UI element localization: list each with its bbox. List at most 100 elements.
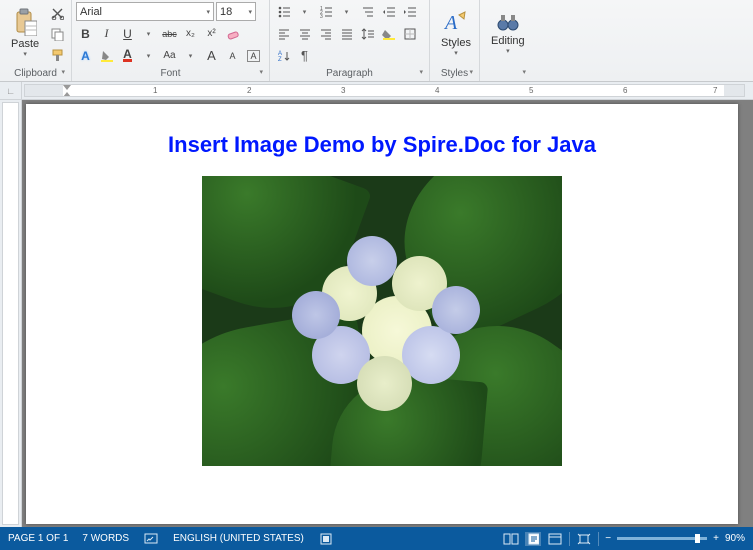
svg-text:A: A: [443, 12, 458, 34]
copy-button[interactable]: [48, 25, 67, 44]
bucket-icon: [382, 27, 396, 41]
increase-indent-button[interactable]: [400, 2, 419, 21]
outdent-icon: [382, 5, 396, 19]
underline-button[interactable]: U: [118, 24, 137, 43]
proofing-icon[interactable]: [143, 532, 159, 546]
cut-button[interactable]: [48, 4, 67, 23]
char-border-button[interactable]: A: [244, 46, 263, 65]
indent-icon: [403, 5, 417, 19]
styles-icon: A: [443, 9, 469, 35]
status-page[interactable]: PAGE 1 OF 1: [8, 533, 68, 544]
italic-button[interactable]: I: [97, 24, 116, 43]
styles-button[interactable]: A Styles ▾: [434, 2, 478, 64]
ruler-horizontal: ∟ 1 2 3 4 5 6 7: [0, 82, 753, 100]
superscript-button[interactable]: x²: [202, 24, 221, 43]
group-clipboard: Paste ▾ Clipboard: [0, 0, 72, 81]
decrease-indent-button[interactable]: [379, 2, 398, 21]
bullets-button[interactable]: [274, 2, 293, 21]
read-mode-button[interactable]: [503, 532, 519, 546]
format-painter-button[interactable]: [48, 46, 67, 65]
zoom-fit-button[interactable]: [576, 532, 592, 546]
highlight-button[interactable]: [97, 46, 116, 65]
highlight-icon: [100, 49, 114, 63]
group-styles: A Styles ▾ Styles: [430, 0, 480, 81]
group-label-styles: Styles: [434, 67, 475, 81]
web-layout-button[interactable]: [547, 532, 563, 546]
status-words[interactable]: 7 WORDS: [82, 533, 129, 544]
status-language[interactable]: ENGLISH (UNITED STATES): [173, 533, 304, 544]
bullets-icon: [277, 5, 291, 19]
char-border-icon: A: [247, 50, 259, 62]
editing-label: Editing: [491, 35, 525, 47]
macro-icon[interactable]: [318, 532, 334, 546]
borders-icon: [403, 27, 417, 41]
paste-label: Paste: [11, 38, 39, 50]
document-image: [202, 176, 562, 466]
text-effects-icon: A: [81, 49, 90, 63]
group-paragraph: ▾ 123 ▾ AZ ¶ Paragraph: [270, 0, 430, 81]
align-center-icon: [298, 27, 312, 41]
multilevel-icon: [361, 5, 375, 19]
group-font: Arial▾ 18▾ B I U ▾ abc x₂ x² A A ▾ Aa ▾ …: [72, 0, 270, 81]
align-left-button[interactable]: [274, 24, 293, 43]
styles-label: Styles: [441, 37, 471, 49]
brush-icon: [51, 49, 64, 62]
group-label-editing: [484, 67, 528, 81]
numbering-icon: 123: [319, 5, 333, 19]
change-case-button[interactable]: Aa: [160, 46, 179, 65]
multilevel-list-button[interactable]: [358, 2, 377, 21]
ruler-scale[interactable]: 1 2 3 4 5 6 7: [24, 84, 745, 97]
pilcrow-icon: ¶: [301, 48, 308, 63]
strikethrough-button[interactable]: abc: [160, 24, 179, 43]
line-spacing-button[interactable]: [358, 24, 377, 43]
page: Insert Image Demo by Spire.Doc for Java: [26, 104, 738, 524]
subscript-button[interactable]: x₂: [181, 24, 200, 43]
shrink-font-button[interactable]: A: [223, 46, 242, 65]
group-label-paragraph: Paragraph: [274, 67, 425, 81]
sort-button[interactable]: AZ: [274, 46, 293, 65]
font-color-button[interactable]: A: [118, 46, 137, 65]
font-family-value: Arial: [80, 6, 102, 18]
print-layout-button[interactable]: [525, 532, 541, 546]
font-size-value: 18: [220, 6, 232, 18]
ruler-corner: ∟: [0, 82, 22, 99]
document-title: Insert Image Demo by Spire.Doc for Java: [86, 132, 678, 158]
ruler-vertical[interactable]: [0, 100, 22, 527]
group-label-clipboard: Clipboard: [4, 67, 67, 81]
zoom-out-button[interactable]: −: [605, 533, 611, 544]
align-right-button[interactable]: [316, 24, 335, 43]
binoculars-icon: [497, 11, 519, 33]
text-effects-button[interactable]: A: [76, 46, 95, 65]
grow-font-button[interactable]: A: [202, 46, 221, 65]
document-area: Insert Image Demo by Spire.Doc for Java: [0, 100, 753, 527]
copy-icon: [51, 28, 64, 41]
font-color-icon: A: [123, 49, 132, 62]
shading-button[interactable]: [379, 24, 398, 43]
borders-button[interactable]: [400, 24, 419, 43]
ribbon: Paste ▾ Clipboard Arial▾ 18▾ B I U ▾ abc: [0, 0, 753, 82]
zoom-in-button[interactable]: +: [713, 533, 719, 544]
status-right: − + 90%: [503, 532, 745, 546]
group-label-font: Font: [76, 67, 265, 81]
font-family-combo[interactable]: Arial▾: [76, 2, 214, 21]
show-marks-button[interactable]: ¶: [295, 46, 314, 65]
font-size-combo[interactable]: 18▾: [216, 2, 256, 21]
justify-icon: [340, 27, 354, 41]
paste-button[interactable]: Paste ▾: [4, 2, 46, 64]
group-editing: Editing ▾: [480, 0, 532, 81]
align-center-button[interactable]: [295, 24, 314, 43]
align-left-icon: [277, 27, 291, 41]
zoom-slider[interactable]: [617, 537, 707, 540]
eraser-icon: [226, 27, 240, 41]
paste-icon: [13, 8, 37, 36]
justify-button[interactable]: [337, 24, 356, 43]
document-canvas[interactable]: Insert Image Demo by Spire.Doc for Java: [22, 100, 753, 527]
zoom-value[interactable]: 90%: [725, 533, 745, 544]
line-spacing-icon: [361, 27, 375, 41]
bold-button[interactable]: B: [76, 24, 95, 43]
numbering-button[interactable]: 123: [316, 2, 335, 21]
svg-text:3: 3: [320, 14, 323, 19]
clear-formatting-button[interactable]: [223, 24, 242, 43]
align-right-icon: [319, 27, 333, 41]
editing-button[interactable]: Editing ▾: [484, 2, 532, 64]
